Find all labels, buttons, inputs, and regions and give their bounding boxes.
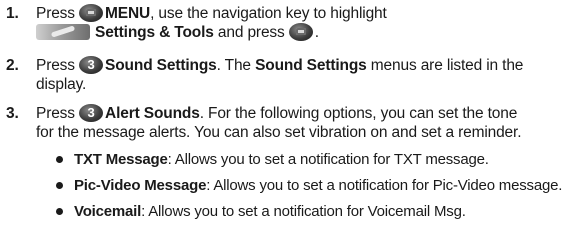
step-text-part: menus are listed in the bbox=[366, 57, 524, 74]
press-text: Press bbox=[36, 105, 75, 122]
menu-label: MENU bbox=[105, 5, 151, 22]
bullet-icon bbox=[56, 182, 63, 189]
step-number: 1. bbox=[6, 5, 19, 22]
step-number: 2. bbox=[6, 57, 19, 74]
step-text: Press MENU, use the navigation key to hi… bbox=[36, 4, 570, 42]
settings-tools-label: Settings & Tools bbox=[95, 24, 214, 41]
step-text-end: . bbox=[314, 24, 319, 41]
press-text: Press bbox=[36, 57, 75, 74]
number-3-key-icon bbox=[79, 56, 104, 74]
list-item: TXT Message: Allows you to set a notific… bbox=[0, 150, 574, 169]
option-description: : Allows you to set a notification for V… bbox=[141, 203, 466, 220]
press-text: Press bbox=[36, 5, 75, 22]
step-1: 1. Press MENU, use the navigation key to… bbox=[0, 4, 574, 46]
option-description: : Allows you to set a notification for T… bbox=[167, 151, 489, 168]
option-term: TXT Message bbox=[74, 151, 168, 168]
step-number: 3. bbox=[6, 105, 19, 122]
instruction-document: 1. Press MENU, use the navigation key to… bbox=[0, 0, 574, 243]
option-term: Voicemail bbox=[74, 203, 142, 220]
step-text-part: and press bbox=[213, 24, 285, 41]
list-item: Pic-Video Message: Allows you to set a n… bbox=[0, 176, 574, 195]
list-item: Voicemail: Allows you to set a notificat… bbox=[0, 202, 574, 221]
sound-settings-label: Sound Settings bbox=[105, 57, 217, 74]
step-text-part: . For the following options, you can set… bbox=[199, 105, 518, 122]
settings-tools-icon bbox=[36, 24, 90, 40]
bullet-icon bbox=[56, 156, 63, 163]
sound-settings-label-2: Sound Settings bbox=[255, 57, 367, 74]
bullet-icon bbox=[56, 208, 63, 215]
option-description: : Allows you to set a notification for P… bbox=[206, 177, 563, 194]
step-text-line: display. bbox=[36, 76, 87, 93]
menu-key-icon bbox=[79, 4, 104, 22]
ok-key-icon bbox=[288, 23, 313, 41]
step-2: 2. Press Sound Settings. The Sound Setti… bbox=[0, 56, 574, 96]
step-text: Press Sound Settings. The Sound Settings… bbox=[36, 56, 570, 94]
alert-sounds-label: Alert Sounds bbox=[105, 105, 200, 122]
step-text: Press Alert Sounds. For the following op… bbox=[36, 104, 570, 142]
step-text-part: , use the navigation key to highlight bbox=[150, 5, 387, 22]
step-text-line: for the message alerts. You can also set… bbox=[36, 124, 522, 141]
option-term: Pic-Video Message bbox=[74, 177, 207, 194]
number-3-key-icon bbox=[79, 104, 104, 122]
step-3: 3. Press Alert Sounds. For the following… bbox=[0, 104, 574, 144]
step-text-part: . The bbox=[216, 57, 256, 74]
